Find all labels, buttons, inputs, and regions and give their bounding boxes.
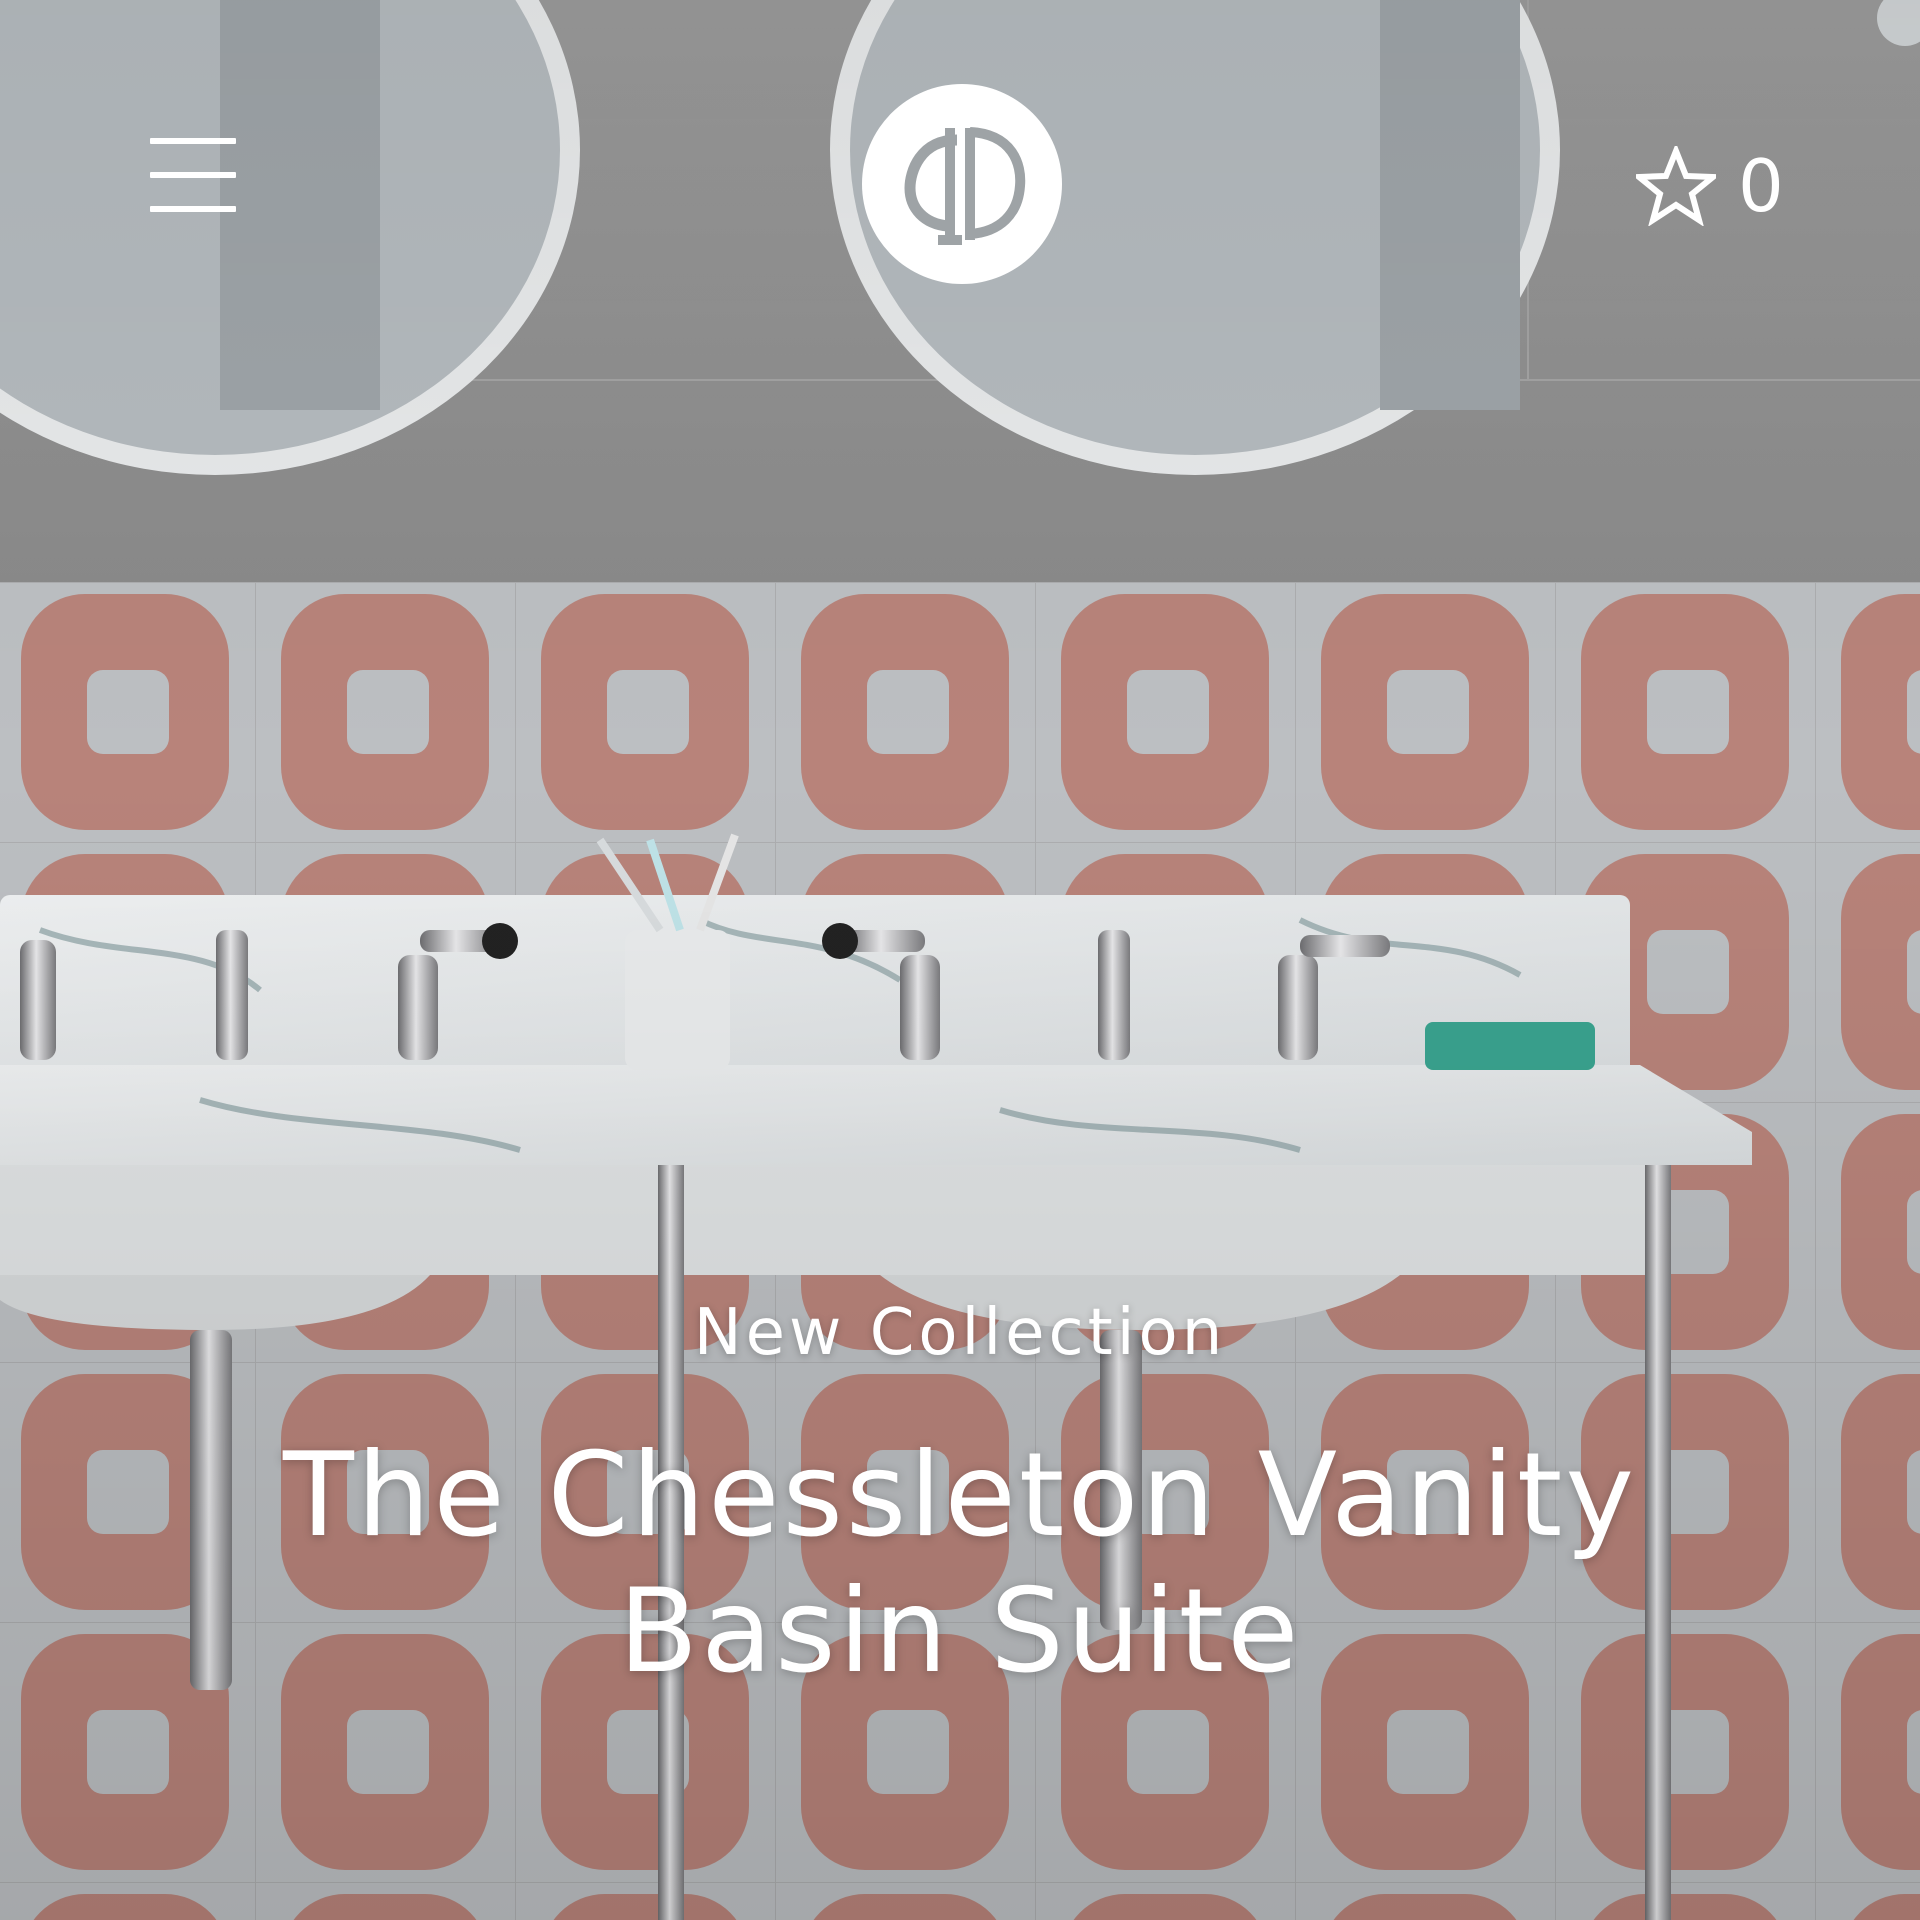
- favourites-button[interactable]: 0: [1636, 136, 1806, 236]
- site-header: 0: [0, 0, 1920, 360]
- favourites-count: 0: [1738, 144, 1784, 228]
- hero-caption: New Collection The Chessleton Vanity Bas…: [160, 1290, 1760, 1700]
- hamburger-menu-icon: [150, 138, 236, 144]
- collection-eyebrow: New Collection: [693, 1296, 1227, 1370]
- page: 0 New Collection The Chessleton Vanity B…: [0, 0, 1920, 1920]
- hero-title-line-1: The Chessleton Vanity: [282, 1428, 1638, 1563]
- hamburger-menu-icon-bar: [150, 206, 236, 212]
- menu-button[interactable]: [146, 132, 240, 218]
- star-outline-icon: [1636, 146, 1716, 226]
- hero-title[interactable]: The Chessleton Vanity Basin Suite: [160, 1428, 1760, 1700]
- hero-title-line-2: Basin Suite: [618, 1564, 1302, 1699]
- hamburger-menu-icon-bar: [150, 172, 236, 178]
- brand-logo[interactable]: [862, 84, 1062, 284]
